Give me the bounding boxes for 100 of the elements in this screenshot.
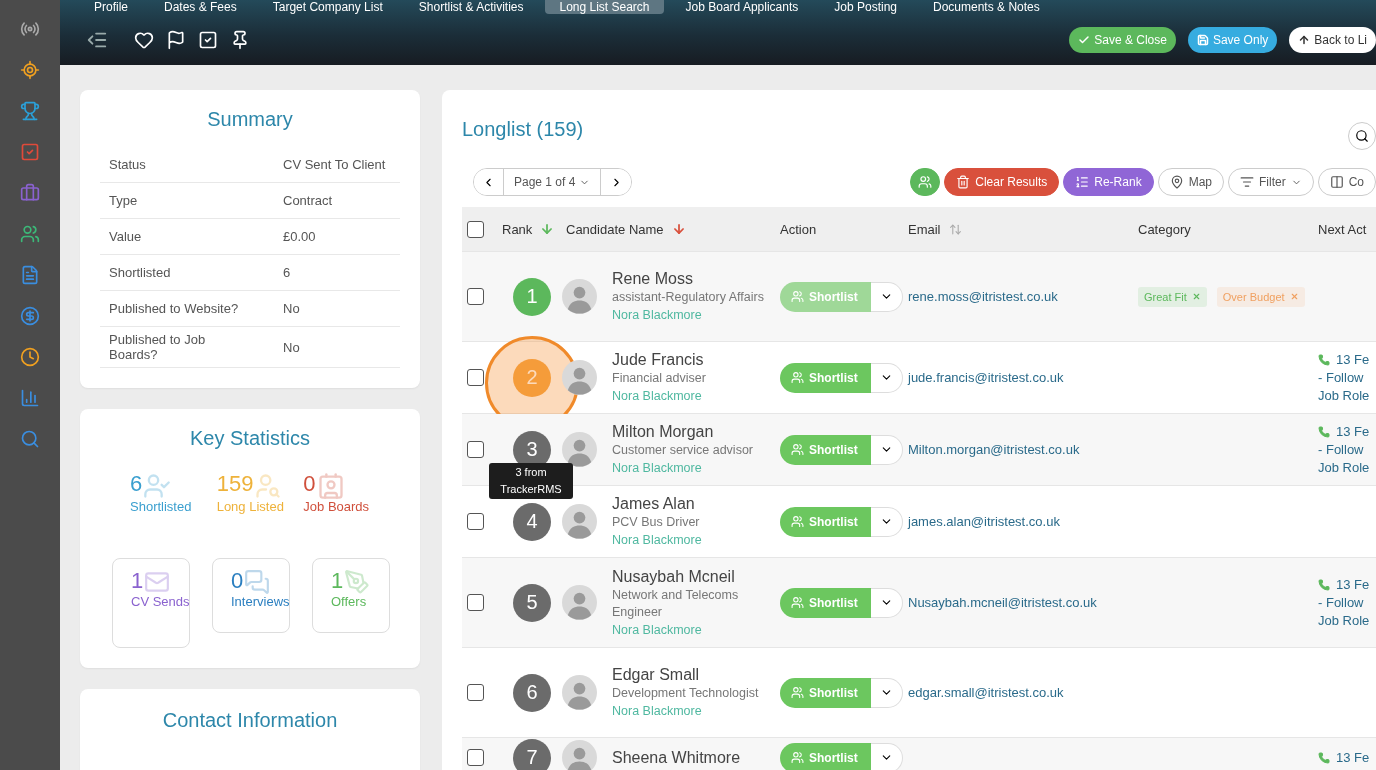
- pager[interactable]: Page 1 of 4: [473, 168, 633, 196]
- user-search-icon: [254, 472, 283, 500]
- checkbox[interactable]: [467, 288, 484, 305]
- clear-results-button[interactable]: Clear Results: [944, 168, 1060, 196]
- candidate-name[interactable]: Nusaybah Mcneil: [612, 566, 780, 587]
- field-label: Value: [109, 229, 143, 244]
- email-link[interactable]: edgar.small@itristest.co.uk: [908, 685, 1064, 700]
- avatar-icon: [562, 740, 597, 770]
- candidate-name[interactable]: Rene Moss: [612, 269, 780, 289]
- dropdown-toggle-button[interactable]: [870, 434, 903, 465]
- columns-button[interactable]: Co: [1317, 168, 1376, 196]
- users-icon: [918, 175, 933, 189]
- column-header[interactable]: Category: [1138, 221, 1318, 237]
- checkbox[interactable]: [467, 513, 484, 530]
- dropdown-toggle-button[interactable]: [870, 587, 903, 618]
- candidate-name[interactable]: Edgar Small: [612, 665, 780, 685]
- field-value: £0.00: [283, 229, 317, 244]
- candidate-name[interactable]: Jude Francis: [612, 350, 780, 370]
- card-title: Summary: [206, 108, 294, 131]
- user-check-icon: [143, 472, 172, 500]
- tab[interactable]: Target Company List: [258, 0, 397, 14]
- next-action-text: - Follow: [1318, 368, 1365, 387]
- checkbox[interactable]: [467, 369, 484, 386]
- job-title: Network and Telecoms Engineer: [612, 586, 740, 621]
- sort-icon[interactable]: [948, 222, 962, 236]
- category-tag: Over Budget: [1216, 286, 1305, 307]
- users-icon: [791, 290, 804, 303]
- column-header[interactable]: Email: [908, 221, 1138, 237]
- email-link[interactable]: rene.moss@itristest.co.uk: [908, 289, 1058, 304]
- tab[interactable]: Long List Search: [545, 0, 664, 14]
- job-title: assistant-Regulatory Affairs: [612, 289, 765, 306]
- next-action-text: Job Role: [1318, 458, 1371, 477]
- tab[interactable]: Job Board Applicants: [671, 0, 813, 14]
- rank-badge: 6: [513, 673, 551, 712]
- rank-badge: 7: [513, 738, 551, 770]
- checkbox-icon[interactable]: [198, 29, 218, 50]
- tab[interactable]: Documents & Notes: [919, 0, 1054, 14]
- email-link[interactable]: Nusaybah.mcneil@itristest.co.uk: [908, 595, 1097, 610]
- field-value: 6: [283, 265, 292, 280]
- rank-badge: 4: [513, 502, 551, 541]
- checkbox[interactable]: [467, 684, 484, 701]
- dropdown-toggle-button[interactable]: [870, 362, 903, 393]
- dropdown-toggle-button[interactable]: [870, 281, 903, 312]
- category-tag: Great Fit: [1138, 286, 1207, 307]
- flag-icon[interactable]: [166, 29, 186, 50]
- rank-badge: 1: [513, 277, 551, 316]
- stat-label: Long Listed: [216, 500, 285, 514]
- checkbox[interactable]: [467, 220, 484, 238]
- column-header[interactable]: Next Act: [1318, 221, 1376, 237]
- columns-icon: [1329, 175, 1344, 189]
- stat-label: CV Sends: [131, 595, 191, 609]
- column-header[interactable]: Candidate Name: [562, 221, 780, 237]
- tab[interactable]: Job Posting: [820, 0, 911, 14]
- previous-page-button[interactable]: [474, 169, 504, 195]
- phone-icon: [1318, 353, 1330, 366]
- column-header[interactable]: Action: [780, 221, 908, 237]
- stat-value: 1: [331, 569, 344, 593]
- avatar-icon: [562, 432, 597, 467]
- checkbox[interactable]: [467, 441, 484, 458]
- remove-icon[interactable]: [1289, 292, 1299, 301]
- email-link[interactable]: jude.francis@itristest.co.uk: [908, 370, 1064, 385]
- next-action-text: - Follow: [1318, 440, 1365, 459]
- back-button[interactable]: Back to Li: [1289, 26, 1376, 53]
- email-link[interactable]: james.alan@itristest.co.uk: [908, 514, 1060, 529]
- checkbox[interactable]: [467, 749, 484, 766]
- email-link[interactable]: Milton.morgan@itristest.co.uk: [908, 442, 1080, 457]
- field-label: Published to Job Boards?: [109, 332, 207, 362]
- avatar-icon: [562, 279, 597, 314]
- remove-icon[interactable]: [1191, 292, 1201, 301]
- candidate-name[interactable]: Sheena Whitmore: [612, 747, 780, 768]
- phone-icon: [1318, 425, 1330, 438]
- rank-badge: 2: [513, 358, 551, 397]
- stat-label: Shortlisted: [130, 500, 193, 514]
- checkbox[interactable]: [467, 594, 484, 611]
- dropdown-toggle-button[interactable]: [870, 742, 903, 770]
- map-pin-icon: [1169, 175, 1184, 189]
- dropdown-toggle-button[interactable]: [870, 677, 903, 708]
- heart-icon[interactable]: [134, 29, 154, 50]
- shortlist-all-button[interactable]: [910, 168, 941, 196]
- users-icon: [791, 751, 804, 764]
- field-label: Status: [109, 157, 147, 172]
- next-action-date: 13 Fe: [1336, 748, 1370, 767]
- candidate-name[interactable]: Milton Morgan: [612, 422, 780, 442]
- column-header[interactable]: Rank: [502, 221, 562, 237]
- search-button[interactable]: [1348, 122, 1376, 150]
- dropdown-toggle-button[interactable]: [870, 506, 903, 537]
- phone-icon: [1318, 751, 1330, 764]
- map-button[interactable]: Map: [1157, 168, 1224, 196]
- tab[interactable]: Shortlist & Activities: [404, 0, 538, 14]
- tab[interactable]: Dates & Fees: [150, 0, 251, 14]
- job-title: Financial adviser: [612, 370, 707, 387]
- candidate-name[interactable]: James Alan: [612, 494, 780, 514]
- next-action-text: - Follow: [1318, 593, 1365, 612]
- id-card-icon: [316, 472, 345, 500]
- pin-icon[interactable]: [230, 29, 250, 50]
- re-rank-button[interactable]: Re-Rank: [1063, 168, 1154, 196]
- next-action-text: Job Role: [1318, 611, 1371, 630]
- filter-button[interactable]: Filter: [1228, 168, 1314, 196]
- field-value: CV Sent To Client: [283, 157, 387, 172]
- tab[interactable]: Profile: [80, 0, 142, 14]
